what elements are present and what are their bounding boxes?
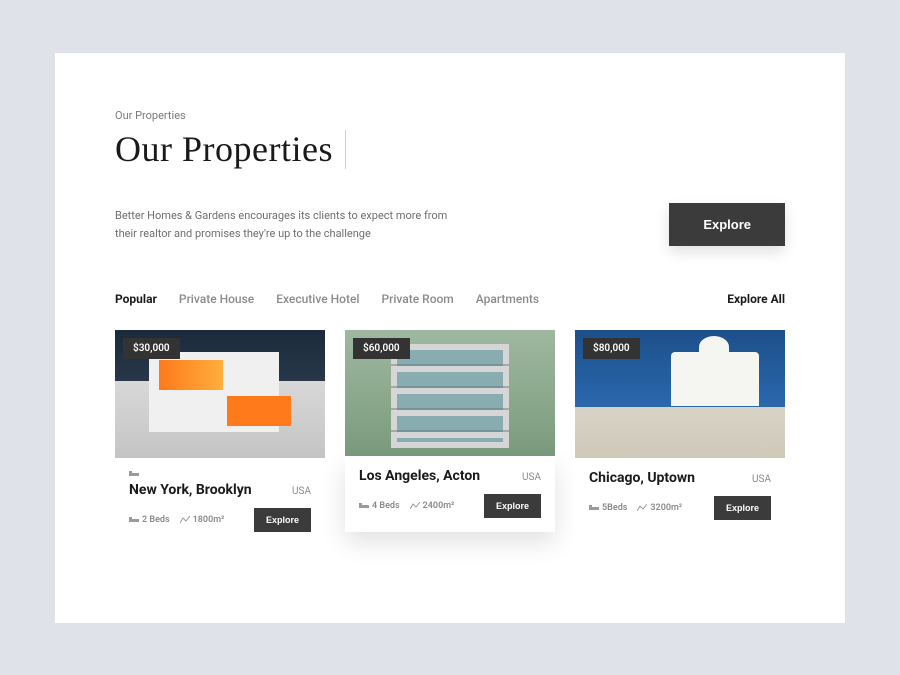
property-meta: 4 Beds 2400m²	[359, 501, 454, 511]
card-body: New York, Brooklyn USA 2 Beds 1800m²	[115, 458, 325, 546]
beds-label: 2 Beds	[142, 515, 170, 525]
tabs-row: Popular Private House Executive Hotel Pr…	[115, 292, 755, 306]
price-tag: $60,000	[353, 338, 410, 359]
price-tag: $80,000	[583, 338, 640, 359]
card-explore-button[interactable]: Explore	[484, 494, 541, 518]
tab-popular[interactable]: Popular	[115, 292, 157, 306]
section-title: Our Properties	[115, 130, 346, 170]
card-explore-button[interactable]: Explore	[254, 508, 311, 532]
tab-executive-hotel[interactable]: Executive Hotel	[276, 292, 359, 306]
tabs: Popular Private House Executive Hotel Pr…	[115, 292, 539, 306]
explore-all-link[interactable]: Explore All	[727, 292, 785, 306]
area-icon	[410, 502, 420, 510]
bed-icon	[359, 502, 369, 510]
card-explore-button[interactable]: Explore	[714, 496, 771, 520]
property-city: Los Angeles, Acton	[359, 468, 480, 484]
properties-panel: Our Properties Our Properties Better Hom…	[55, 53, 845, 623]
tab-private-room[interactable]: Private Room	[381, 292, 453, 306]
intro-text: Better Homes & Gardens encourages its cl…	[115, 207, 455, 242]
price-tag: $30,000	[123, 338, 180, 359]
property-meta: 2 Beds 1800m²	[129, 515, 224, 525]
bed-icon	[589, 504, 599, 512]
area-icon	[180, 516, 190, 524]
bed-icon	[129, 470, 311, 480]
tab-apartments[interactable]: Apartments	[476, 292, 539, 306]
area-label: 2400m²	[423, 501, 455, 511]
property-country: USA	[292, 486, 311, 497]
property-meta: 5Beds 3200m²	[589, 503, 682, 513]
property-card[interactable]: $60,000 Los Angeles, Acton USA 4 Beds	[345, 330, 555, 546]
beds-label: 4 Beds	[372, 501, 400, 511]
intro-row: Better Homes & Gardens encourages its cl…	[115, 203, 785, 246]
area-icon	[637, 504, 647, 512]
property-card[interactable]: $30,000 New York, Brooklyn USA 2 Beds	[115, 330, 325, 546]
card-body: Los Angeles, Acton USA 4 Beds 2400m²	[345, 456, 555, 532]
beds-label: 5Beds	[602, 503, 627, 513]
property-cards: $30,000 New York, Brooklyn USA 2 Beds	[115, 330, 785, 546]
property-country: USA	[522, 472, 541, 483]
property-image: $30,000	[115, 330, 325, 458]
property-card[interactable]: $80,000 Chicago, Uptown USA 5Beds	[575, 330, 785, 546]
property-image: $80,000	[575, 330, 785, 458]
property-city: New York, Brooklyn	[129, 482, 252, 498]
property-image: $60,000	[345, 330, 555, 458]
explore-button[interactable]: Explore	[669, 203, 785, 246]
tab-private-house[interactable]: Private House	[179, 292, 254, 306]
area-label: 1800m²	[193, 515, 225, 525]
section-eyebrow: Our Properties	[115, 109, 785, 122]
card-body: Chicago, Uptown USA 5Beds 3200m²	[575, 458, 785, 534]
area-label: 3200m²	[650, 503, 682, 513]
bed-icon	[129, 516, 139, 524]
property-city: Chicago, Uptown	[589, 470, 695, 486]
property-country: USA	[752, 474, 771, 485]
